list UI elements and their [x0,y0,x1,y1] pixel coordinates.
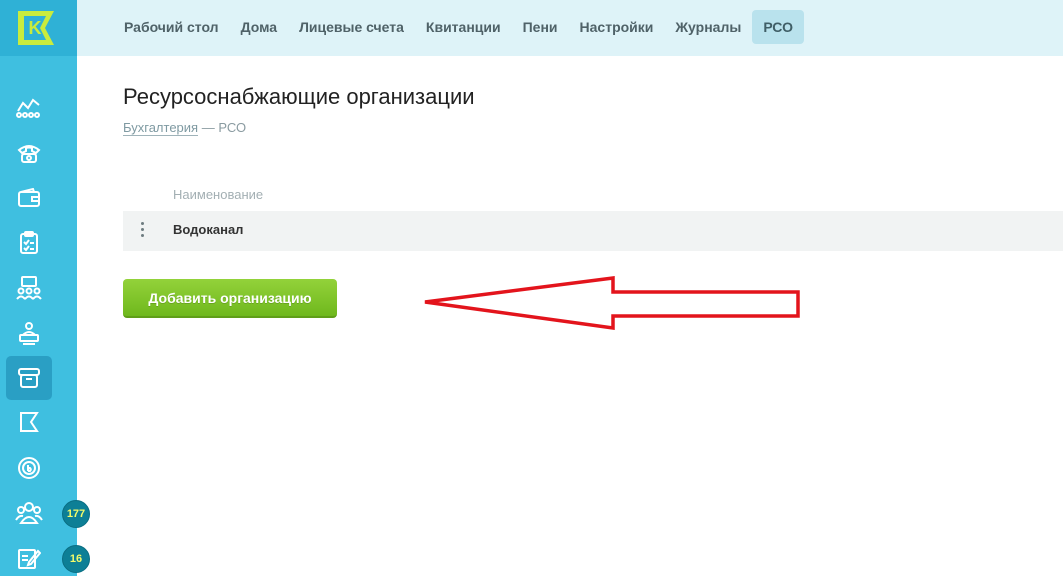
tab-settings[interactable]: Настройки [569,10,665,44]
breadcrumb-separator: — [198,120,219,135]
tab-receipts[interactable]: Квитанции [415,10,512,44]
tab-journals[interactable]: Журналы [664,10,752,44]
tab-rso[interactable]: РСО [752,10,804,44]
column-header-name: Наименование [173,187,264,202]
top-navigation: Рабочий стол Дома Лицевые счета Квитанци… [77,0,1063,56]
tab-desktop[interactable]: Рабочий стол [113,10,230,44]
annotation-arrow [424,276,800,331]
tab-penalties[interactable]: Пени [512,10,569,44]
page-title: Ресурсоснабжающие организации [123,84,475,109]
flag-icon[interactable] [6,401,52,445]
group-count-badge: 177 [62,500,90,528]
phone-icon[interactable] [6,131,52,175]
logo-icon: K [18,11,54,45]
app-logo[interactable]: K [0,0,77,56]
accountant-icon[interactable] [6,311,52,355]
breadcrumb-current: РСО [218,120,247,135]
people-board-icon[interactable] [6,266,52,310]
tab-personal-accounts[interactable]: Лицевые счета [288,10,415,44]
row-name: Водоканал [173,222,244,237]
wallet-icon[interactable] [6,176,52,220]
archive-box-icon[interactable] [6,356,52,400]
table-row[interactable]: Водоканал [123,211,1063,251]
add-organization-button[interactable]: Добавить организацию [123,279,337,318]
edit-note-icon[interactable] [6,536,52,576]
clipboard-check-icon[interactable] [6,221,52,265]
row-menu-icon[interactable] [138,222,146,240]
group-icon[interactable] [6,491,52,535]
coin-icon[interactable] [6,446,52,490]
breadcrumb-link-accounting[interactable]: Бухгалтерия [123,120,199,136]
breadcrumb: Бухгалтерия — РСО [123,120,247,136]
sidebar: K 177 16 [0,0,90,576]
tab-houses[interactable]: Дома [230,10,288,44]
analytics-icon[interactable] [6,86,52,130]
svg-text:K: K [29,18,42,38]
notes-count-badge: 16 [62,545,90,573]
